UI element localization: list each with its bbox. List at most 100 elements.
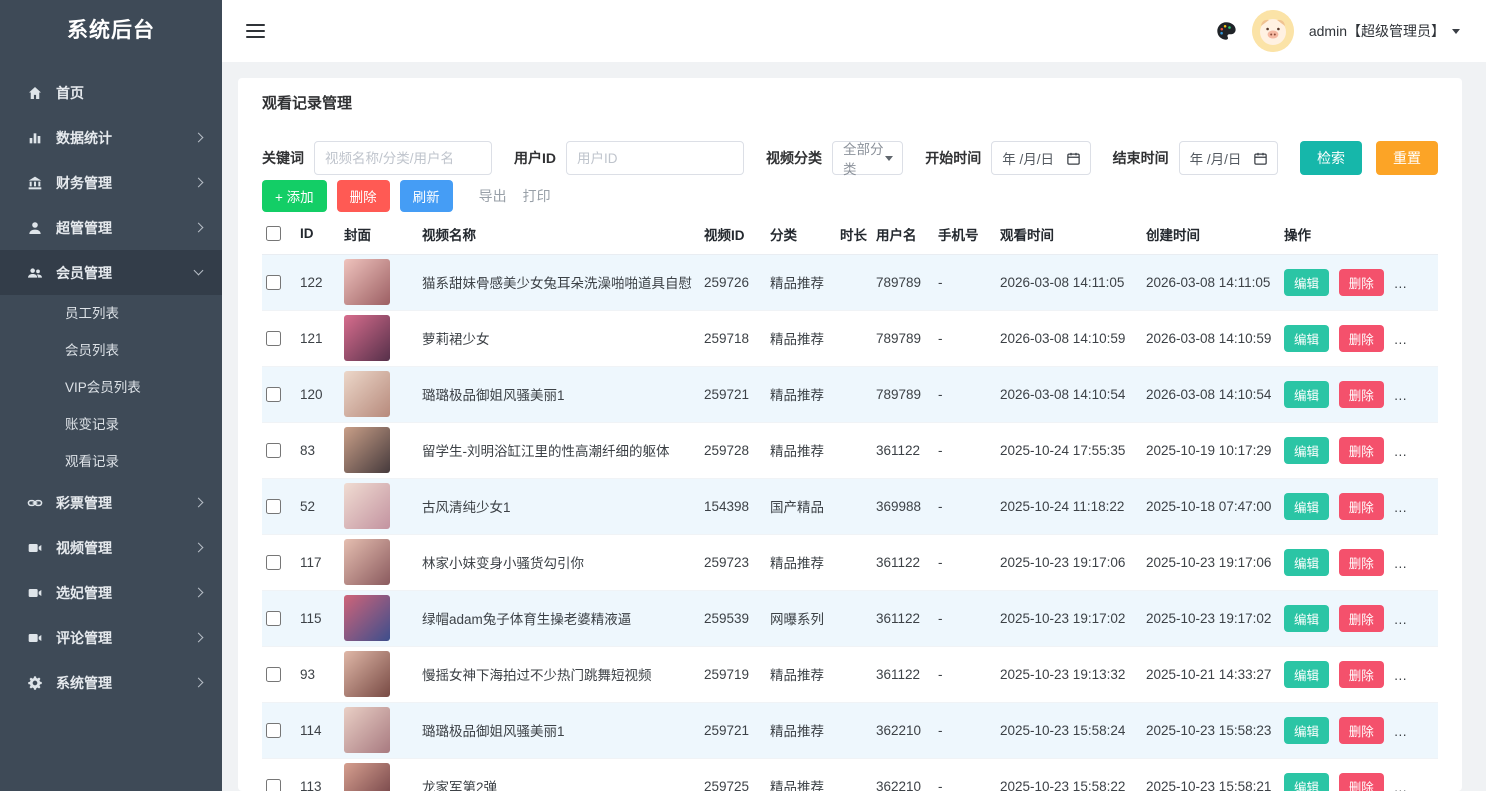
row-checkbox[interactable] — [266, 387, 281, 402]
row-checkbox[interactable] — [266, 611, 281, 626]
sidebar-item-3[interactable]: 超管管理 — [0, 205, 222, 250]
stats-button[interactable]: 统计 — [1394, 493, 1438, 520]
stats-button[interactable]: 统计 — [1394, 437, 1438, 464]
stats-button[interactable]: 统计 — [1394, 381, 1438, 408]
row-checkbox[interactable] — [266, 723, 281, 738]
sidebar-item-5[interactable]: 彩票管理 — [0, 480, 222, 525]
video-id: 259726 — [700, 254, 766, 310]
refresh-button[interactable]: 刷新 — [400, 180, 453, 212]
sidebar-item-0[interactable]: 首页 — [0, 70, 222, 115]
stats-button[interactable]: 统计 — [1394, 717, 1438, 744]
row-username: 361122 — [872, 534, 934, 590]
chevron-icon — [194, 178, 204, 188]
sidebar-subitem-4-2[interactable]: VIP会员列表 — [0, 369, 222, 406]
print-button[interactable]: 打印 — [523, 186, 551, 206]
row-checkbox[interactable] — [266, 443, 281, 458]
row-checkbox[interactable] — [266, 555, 281, 570]
sidebar-item-1[interactable]: 数据统计 — [0, 115, 222, 160]
video-icon — [27, 540, 43, 556]
user-avatar[interactable] — [1252, 10, 1294, 52]
video-thumbnail[interactable] — [344, 259, 390, 305]
watch-time: 2025-10-23 15:58:24 — [996, 702, 1142, 758]
add-button[interactable]: + 添加 — [262, 180, 327, 212]
theme-palette-icon[interactable] — [1215, 20, 1237, 42]
video-thumbnail[interactable] — [344, 371, 390, 417]
export-button[interactable]: 导出 — [479, 186, 507, 206]
video-thumbnail[interactable] — [344, 651, 390, 697]
stats-button[interactable]: 统计 — [1394, 549, 1438, 576]
row-phone: - — [934, 478, 996, 534]
delete-button[interactable]: 删除 — [1339, 493, 1384, 520]
video-name: 林家小妹变身小骚货勾引你 — [418, 534, 700, 590]
delete-button[interactable]: 删除 — [1339, 269, 1384, 296]
sidebar-toggle-icon[interactable] — [246, 20, 265, 42]
video-duration — [836, 758, 872, 791]
stats-button[interactable]: 统计 — [1394, 605, 1438, 632]
row-phone: - — [934, 254, 996, 310]
sidebar-subitem-4-1[interactable]: 会员列表 — [0, 332, 222, 369]
edit-button[interactable]: 编辑 — [1284, 493, 1329, 520]
row-checkbox[interactable] — [266, 667, 281, 682]
stats-button[interactable]: 统计 — [1394, 269, 1438, 296]
video-thumbnail[interactable] — [344, 595, 390, 641]
sidebar-subitem-4-0[interactable]: 员工列表 — [0, 295, 222, 332]
edit-button[interactable]: 编辑 — [1284, 717, 1329, 744]
row-checkbox[interactable] — [266, 331, 281, 346]
video-thumbnail[interactable] — [344, 763, 390, 791]
edit-button[interactable]: 编辑 — [1284, 269, 1329, 296]
userid-input[interactable] — [566, 141, 744, 175]
delete-button[interactable]: 删除 — [1339, 605, 1384, 632]
topbar: admin【超级管理员】 — [222, 0, 1486, 62]
sidebar-item-6[interactable]: 视频管理 — [0, 525, 222, 570]
chevron-icon — [194, 133, 204, 143]
edit-button[interactable]: 编辑 — [1284, 381, 1329, 408]
row-checkbox[interactable] — [266, 499, 281, 514]
end-date-input[interactable]: 年 /月/日 — [1179, 141, 1278, 175]
category-select[interactable]: 全部分类 — [832, 141, 903, 175]
edit-button[interactable]: 编辑 — [1284, 773, 1329, 791]
video-thumbnail[interactable] — [344, 707, 390, 753]
stats-button[interactable]: 统计 — [1394, 773, 1438, 791]
keyword-input[interactable] — [314, 141, 492, 175]
user-menu[interactable]: admin【超级管理员】 — [1309, 21, 1460, 41]
sidebar-item-9[interactable]: 系统管理 — [0, 660, 222, 705]
row-id: 83 — [296, 422, 340, 478]
video-thumbnail[interactable] — [344, 315, 390, 361]
sidebar-subitem-4-3[interactable]: 账变记录 — [0, 406, 222, 443]
edit-button[interactable]: 编辑 — [1284, 325, 1329, 352]
delete-button[interactable]: 删除 — [1339, 549, 1384, 576]
start-date-input[interactable]: 年 /月/日 — [991, 141, 1090, 175]
delete-button[interactable]: 删除 — [1339, 381, 1384, 408]
sidebar-item-2[interactable]: 财务管理 — [0, 160, 222, 205]
video-category: 网曝系列 — [766, 590, 836, 646]
sidebar-item-4[interactable]: 会员管理 — [0, 250, 222, 295]
delete-button[interactable]: 删除 — [1339, 325, 1384, 352]
sidebar-item-7[interactable]: 选妃管理 — [0, 570, 222, 615]
stats-button[interactable]: 统计 — [1394, 325, 1438, 352]
delete-button[interactable]: 删除 — [1339, 773, 1384, 791]
edit-button[interactable]: 编辑 — [1284, 661, 1329, 688]
video-thumbnail[interactable] — [344, 539, 390, 585]
edit-button[interactable]: 编辑 — [1284, 605, 1329, 632]
sidebar-item-8[interactable]: 评论管理 — [0, 615, 222, 660]
row-checkbox[interactable] — [266, 779, 281, 791]
toolbar: + 添加 删除 刷新 导出 打印 — [262, 180, 1438, 212]
row-phone: - — [934, 646, 996, 702]
video-category: 精品推荐 — [766, 646, 836, 702]
select-all-checkbox[interactable] — [266, 226, 281, 241]
edit-button[interactable]: 编辑 — [1284, 549, 1329, 576]
edit-button[interactable]: 编辑 — [1284, 437, 1329, 464]
row-checkbox[interactable] — [266, 275, 281, 290]
delete-button[interactable]: 删除 — [1339, 661, 1384, 688]
reset-button[interactable]: 重置 — [1376, 141, 1438, 175]
video-thumbnail[interactable] — [344, 483, 390, 529]
search-button[interactable]: 检索 — [1300, 141, 1362, 175]
video-thumbnail[interactable] — [344, 427, 390, 473]
delete-button[interactable]: 删除 — [1339, 717, 1384, 744]
stats-button[interactable]: 统计 — [1394, 661, 1438, 688]
sidebar-subitem-4-4[interactable]: 观看记录 — [0, 443, 222, 480]
home-icon — [27, 85, 43, 101]
delete-button[interactable]: 删除 — [1339, 437, 1384, 464]
bulk-delete-button[interactable]: 删除 — [337, 180, 390, 212]
create-time: 2026-03-08 14:10:59 — [1142, 310, 1280, 366]
